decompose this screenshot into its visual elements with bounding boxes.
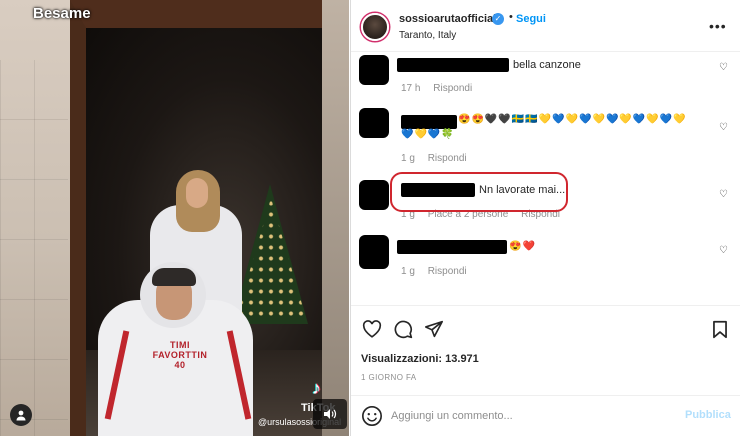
comment-text: bella canzone xyxy=(513,59,581,71)
smiley-icon xyxy=(362,406,382,426)
video-player[interactable]: TIMI FAVORTTIN 40 Besame ♪ TikTok @ursul… xyxy=(0,0,349,436)
action-bar: Visualizzazioni: 13.971 1 GIORNO FA xyxy=(351,305,740,400)
like-button[interactable] xyxy=(361,318,383,340)
woman-face xyxy=(186,178,208,208)
comment-meta: 1 g Rispondi xyxy=(401,266,477,277)
comment-avatar[interactable] xyxy=(359,235,389,269)
comment-bubble-icon xyxy=(394,320,413,339)
like-comment-heart-icon[interactable]: ♡ xyxy=(719,189,728,200)
post-header: sossioarutaofficial ✓ • Segui Taranto, I… xyxy=(351,0,740,52)
reply-link[interactable]: Rispondi xyxy=(428,153,467,164)
reply-link[interactable]: Rispondi xyxy=(428,266,467,277)
reply-link[interactable]: Rispondi xyxy=(433,83,472,94)
highlight-circle xyxy=(390,172,568,212)
avatar[interactable] xyxy=(361,13,389,41)
comment-composer: Pubblica xyxy=(351,395,740,436)
mute-button[interactable] xyxy=(313,399,347,429)
username-link[interactable]: sossioarutaofficial xyxy=(399,13,496,25)
comment-meta: 17 h Rispondi xyxy=(401,83,482,94)
like-comment-heart-icon[interactable]: ♡ xyxy=(719,62,728,73)
save-button[interactable] xyxy=(709,318,731,340)
comment-button[interactable] xyxy=(392,318,414,340)
comment-emojis: 😍❤️ xyxy=(509,241,536,252)
share-button[interactable] xyxy=(423,318,445,340)
comment-input[interactable] xyxy=(391,407,661,425)
comment-emojis: 😍😍🖤🖤🇸🇪🇸🇪💛💙💛💙💛💙💛💙💛💙💛 xyxy=(458,114,687,125)
comment-avatar[interactable] xyxy=(359,108,389,138)
redacted-username xyxy=(397,58,509,72)
redacted-username xyxy=(401,115,457,129)
tagged-users-button[interactable] xyxy=(10,404,32,426)
view-count[interactable]: Visualizzazioni: 13.971 xyxy=(361,353,479,365)
post-date[interactable]: 1 GIORNO FA xyxy=(361,373,417,382)
comment-avatar[interactable] xyxy=(359,180,389,210)
hoodie-print: TIMI FAVORTTIN 40 xyxy=(152,340,208,370)
like-comment-heart-icon[interactable]: ♡ xyxy=(719,122,728,133)
comment-emojis: 💙💛💙🍀 xyxy=(401,129,455,140)
comment-time: 1 g xyxy=(401,153,415,164)
post-sidebar: sossioarutaofficial ✓ • Segui Taranto, I… xyxy=(350,0,740,436)
tiktok-logo-icon: ♪ xyxy=(312,378,321,398)
wall-tiles xyxy=(0,60,68,436)
comment-time: 17 h xyxy=(401,83,421,94)
bookmark-icon xyxy=(713,320,727,338)
separator-dot: • xyxy=(509,11,513,23)
comment-time: 1 g xyxy=(401,266,415,277)
comment-meta: 1 g Rispondi xyxy=(401,153,477,164)
like-comment-heart-icon[interactable]: ♡ xyxy=(719,245,728,256)
comment-avatar[interactable] xyxy=(359,55,389,85)
song-title: Besame xyxy=(33,5,91,22)
man-cap xyxy=(152,268,196,286)
send-icon xyxy=(425,320,443,338)
verified-badge-icon: ✓ xyxy=(492,13,504,25)
speaker-icon xyxy=(324,409,337,419)
emoji-picker-button[interactable] xyxy=(361,405,383,427)
heart-icon xyxy=(362,320,382,338)
right-wall xyxy=(322,0,349,436)
follow-button[interactable]: Segui xyxy=(516,13,546,25)
user-icon xyxy=(16,410,26,421)
publish-button[interactable]: Pubblica xyxy=(685,409,731,421)
location-link[interactable]: Taranto, Italy xyxy=(399,30,456,41)
redacted-username xyxy=(397,240,507,254)
more-options-button[interactable]: ••• xyxy=(709,18,727,34)
